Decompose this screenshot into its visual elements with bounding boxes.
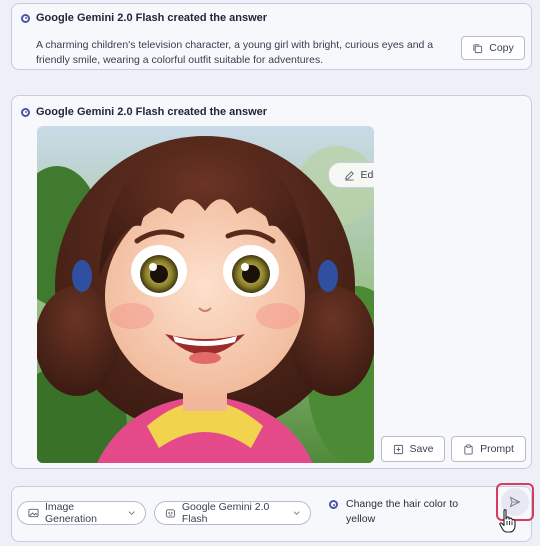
send-icon bbox=[509, 496, 521, 508]
save-icon bbox=[393, 444, 403, 454]
pencil-icon bbox=[345, 170, 355, 181]
girl-illustration bbox=[37, 126, 374, 463]
answer-card-text: Google Gemini 2.0 Flash created the answ… bbox=[11, 3, 532, 70]
image-icon bbox=[28, 508, 39, 518]
copy-label: Copy bbox=[489, 42, 514, 54]
mode-label: Image Generation bbox=[44, 501, 97, 525]
model-label: Google Gemini 2.0 Flash bbox=[181, 501, 270, 525]
chevron-down-icon bbox=[293, 511, 300, 515]
robot-icon bbox=[165, 509, 175, 518]
hand-cursor-icon bbox=[499, 509, 516, 533]
answer-header-label: Google Gemini 2.0 Flash created the answ… bbox=[36, 12, 268, 24]
prompt-button[interactable]: Prompt bbox=[451, 436, 526, 462]
answer-header: Google Gemini 2.0 Flash created the answ… bbox=[21, 12, 267, 24]
model-dot-icon bbox=[329, 500, 338, 509]
save-label: Save bbox=[409, 443, 434, 455]
clipboard-icon bbox=[464, 443, 473, 455]
generated-image[interactable]: Edit bbox=[37, 126, 374, 463]
prompt-input[interactable]: Change the hair color to yellow bbox=[346, 497, 486, 527]
save-button[interactable]: Save bbox=[381, 436, 445, 462]
model-dot-icon bbox=[21, 13, 30, 23]
copy-button[interactable]: Copy bbox=[461, 36, 525, 60]
chevron-down-icon bbox=[128, 511, 135, 516]
model-dot-icon bbox=[21, 107, 30, 117]
answer-header-label: Google Gemini 2.0 Flash created the answ… bbox=[36, 106, 268, 118]
mode-selector[interactable]: Image Generation bbox=[17, 501, 146, 525]
model-selector[interactable]: Google Gemini 2.0 Flash bbox=[154, 501, 311, 525]
copy-icon bbox=[473, 43, 483, 53]
edit-label: Edit bbox=[360, 169, 374, 181]
prompt-label: Prompt bbox=[480, 443, 514, 455]
edit-button[interactable]: Edit bbox=[328, 162, 374, 188]
answer-header: Google Gemini 2.0 Flash created the answ… bbox=[21, 106, 267, 118]
answer-text: A charming children's television charact… bbox=[36, 39, 434, 66]
answer-card-image: Google Gemini 2.0 Flash created the answ… bbox=[11, 95, 532, 469]
composer-bar: Image Generation Google Gemini 2.0 Flash… bbox=[11, 483, 534, 542]
